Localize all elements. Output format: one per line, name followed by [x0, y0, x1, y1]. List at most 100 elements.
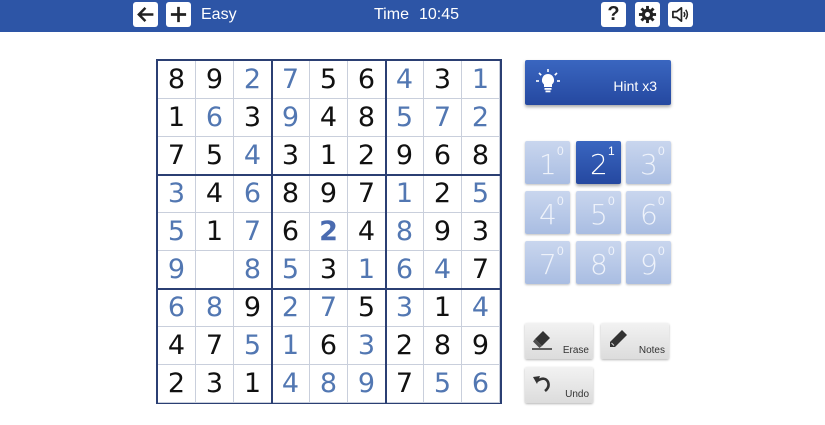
sudoku-cell[interactable]: 8: [158, 61, 196, 99]
sudoku-cell[interactable]: 8: [196, 289, 234, 327]
number-button-3[interactable]: 30: [626, 141, 671, 184]
sudoku-cell[interactable]: 1: [424, 289, 462, 327]
sudoku-cell[interactable]: 3: [234, 99, 272, 137]
sudoku-cell[interactable]: 5: [462, 175, 500, 213]
sudoku-cell[interactable]: 7: [462, 251, 500, 289]
sudoku-cell[interactable]: 3: [158, 175, 196, 213]
undo-button[interactable]: Undo: [525, 367, 593, 403]
sudoku-cell[interactable]: 7: [272, 61, 310, 99]
sudoku-cell[interactable]: 6: [386, 251, 424, 289]
sudoku-cell[interactable]: 2: [272, 289, 310, 327]
sudoku-cell[interactable]: 1: [310, 137, 348, 175]
sudoku-cell[interactable]: 2: [386, 327, 424, 365]
sudoku-cell[interactable]: 8: [234, 251, 272, 289]
sudoku-cell[interactable]: 2: [424, 175, 462, 213]
sudoku-cell[interactable]: 3: [196, 365, 234, 403]
sound-button[interactable]: [668, 2, 693, 27]
sudoku-cell[interactable]: [196, 251, 234, 289]
sudoku-cell[interactable]: 7: [310, 289, 348, 327]
number-button-2[interactable]: 21: [576, 141, 621, 184]
sudoku-cell[interactable]: 4: [310, 99, 348, 137]
sudoku-cell[interactable]: 3: [348, 327, 386, 365]
sudoku-cell[interactable]: 6: [310, 327, 348, 365]
sudoku-cell[interactable]: 5: [158, 213, 196, 251]
sudoku-cell[interactable]: 1: [348, 251, 386, 289]
sudoku-cell[interactable]: 2: [462, 99, 500, 137]
sudoku-cell[interactable]: 8: [462, 137, 500, 175]
sudoku-cell[interactable]: 7: [234, 213, 272, 251]
sudoku-cell[interactable]: 6: [234, 175, 272, 213]
number-button-6[interactable]: 60: [626, 191, 671, 234]
sudoku-cell[interactable]: 1: [234, 365, 272, 403]
sudoku-cell[interactable]: 8: [310, 365, 348, 403]
notes-button[interactable]: Notes: [601, 323, 669, 359]
sudoku-cell[interactable]: 1: [272, 327, 310, 365]
sudoku-cell[interactable]: 4: [158, 327, 196, 365]
sudoku-cell[interactable]: 2: [158, 365, 196, 403]
number-button-8[interactable]: 80: [576, 241, 621, 284]
sudoku-cell[interactable]: 9: [234, 289, 272, 327]
new-game-button[interactable]: [166, 2, 191, 27]
sudoku-cell[interactable]: 4: [462, 289, 500, 327]
sudoku-cell[interactable]: 9: [462, 327, 500, 365]
sudoku-cell[interactable]: 9: [310, 175, 348, 213]
sudoku-cell[interactable]: 2: [310, 213, 348, 251]
back-button[interactable]: [133, 2, 158, 27]
sudoku-cell[interactable]: 6: [462, 365, 500, 403]
sudoku-cell[interactable]: 9: [196, 61, 234, 99]
sudoku-cell[interactable]: 9: [158, 251, 196, 289]
sudoku-cell[interactable]: 7: [348, 175, 386, 213]
sudoku-cell[interactable]: 9: [424, 213, 462, 251]
sudoku-cell[interactable]: 5: [386, 99, 424, 137]
number-button-5[interactable]: 50: [576, 191, 621, 234]
sudoku-cell[interactable]: 6: [272, 213, 310, 251]
hint-button[interactable]: Hint x3: [525, 60, 671, 105]
sudoku-cell[interactable]: 5: [348, 289, 386, 327]
sudoku-cell[interactable]: 1: [462, 61, 500, 99]
help-button[interactable]: ?: [601, 2, 626, 27]
number-button-7[interactable]: 70: [525, 241, 570, 284]
number-button-1[interactable]: 10: [525, 141, 570, 184]
sudoku-cell[interactable]: 4: [348, 213, 386, 251]
sudoku-cell[interactable]: 5: [272, 251, 310, 289]
number-button-9[interactable]: 90: [626, 241, 671, 284]
sudoku-cell[interactable]: 7: [424, 99, 462, 137]
sudoku-cell[interactable]: 8: [424, 327, 462, 365]
number-button-4[interactable]: 40: [525, 191, 570, 234]
sudoku-cell[interactable]: 5: [310, 61, 348, 99]
sudoku-cell[interactable]: 7: [158, 137, 196, 175]
sudoku-cell[interactable]: 4: [196, 175, 234, 213]
sudoku-cell[interactable]: 5: [424, 365, 462, 403]
sudoku-cell[interactable]: 5: [196, 137, 234, 175]
sudoku-cell[interactable]: 2: [348, 137, 386, 175]
sudoku-cell[interactable]: 3: [310, 251, 348, 289]
sudoku-cell[interactable]: 6: [196, 99, 234, 137]
sudoku-cell[interactable]: 9: [348, 365, 386, 403]
sudoku-cell[interactable]: 7: [386, 365, 424, 403]
erase-button[interactable]: Erase: [525, 323, 593, 359]
sudoku-cell[interactable]: 7: [196, 327, 234, 365]
sudoku-cell[interactable]: 8: [272, 175, 310, 213]
sudoku-cell[interactable]: 2: [234, 61, 272, 99]
sudoku-cell[interactable]: 3: [272, 137, 310, 175]
sudoku-cell[interactable]: 3: [386, 289, 424, 327]
sudoku-cell[interactable]: 8: [386, 213, 424, 251]
sudoku-cell[interactable]: 1: [196, 213, 234, 251]
sudoku-cell[interactable]: 6: [424, 137, 462, 175]
sudoku-cell[interactable]: 1: [386, 175, 424, 213]
sudoku-cell[interactable]: 5: [234, 327, 272, 365]
sudoku-cell[interactable]: 4: [272, 365, 310, 403]
sudoku-cell[interactable]: 9: [272, 99, 310, 137]
sudoku-cell[interactable]: 4: [386, 61, 424, 99]
sudoku-cell[interactable]: 3: [424, 61, 462, 99]
sudoku-cell[interactable]: 6: [348, 61, 386, 99]
sudoku-cell[interactable]: 3: [462, 213, 500, 251]
sudoku-cell[interactable]: 4: [424, 251, 462, 289]
sudoku-cell[interactable]: 6: [158, 289, 196, 327]
sudoku-cell[interactable]: 4: [234, 137, 272, 175]
sudoku-cell[interactable]: 1: [158, 99, 196, 137]
sudoku-cell[interactable]: 8: [348, 99, 386, 137]
sudoku-cell[interactable]: 9: [386, 137, 424, 175]
difficulty-label[interactable]: Easy: [201, 6, 237, 24]
settings-button[interactable]: [635, 2, 660, 27]
